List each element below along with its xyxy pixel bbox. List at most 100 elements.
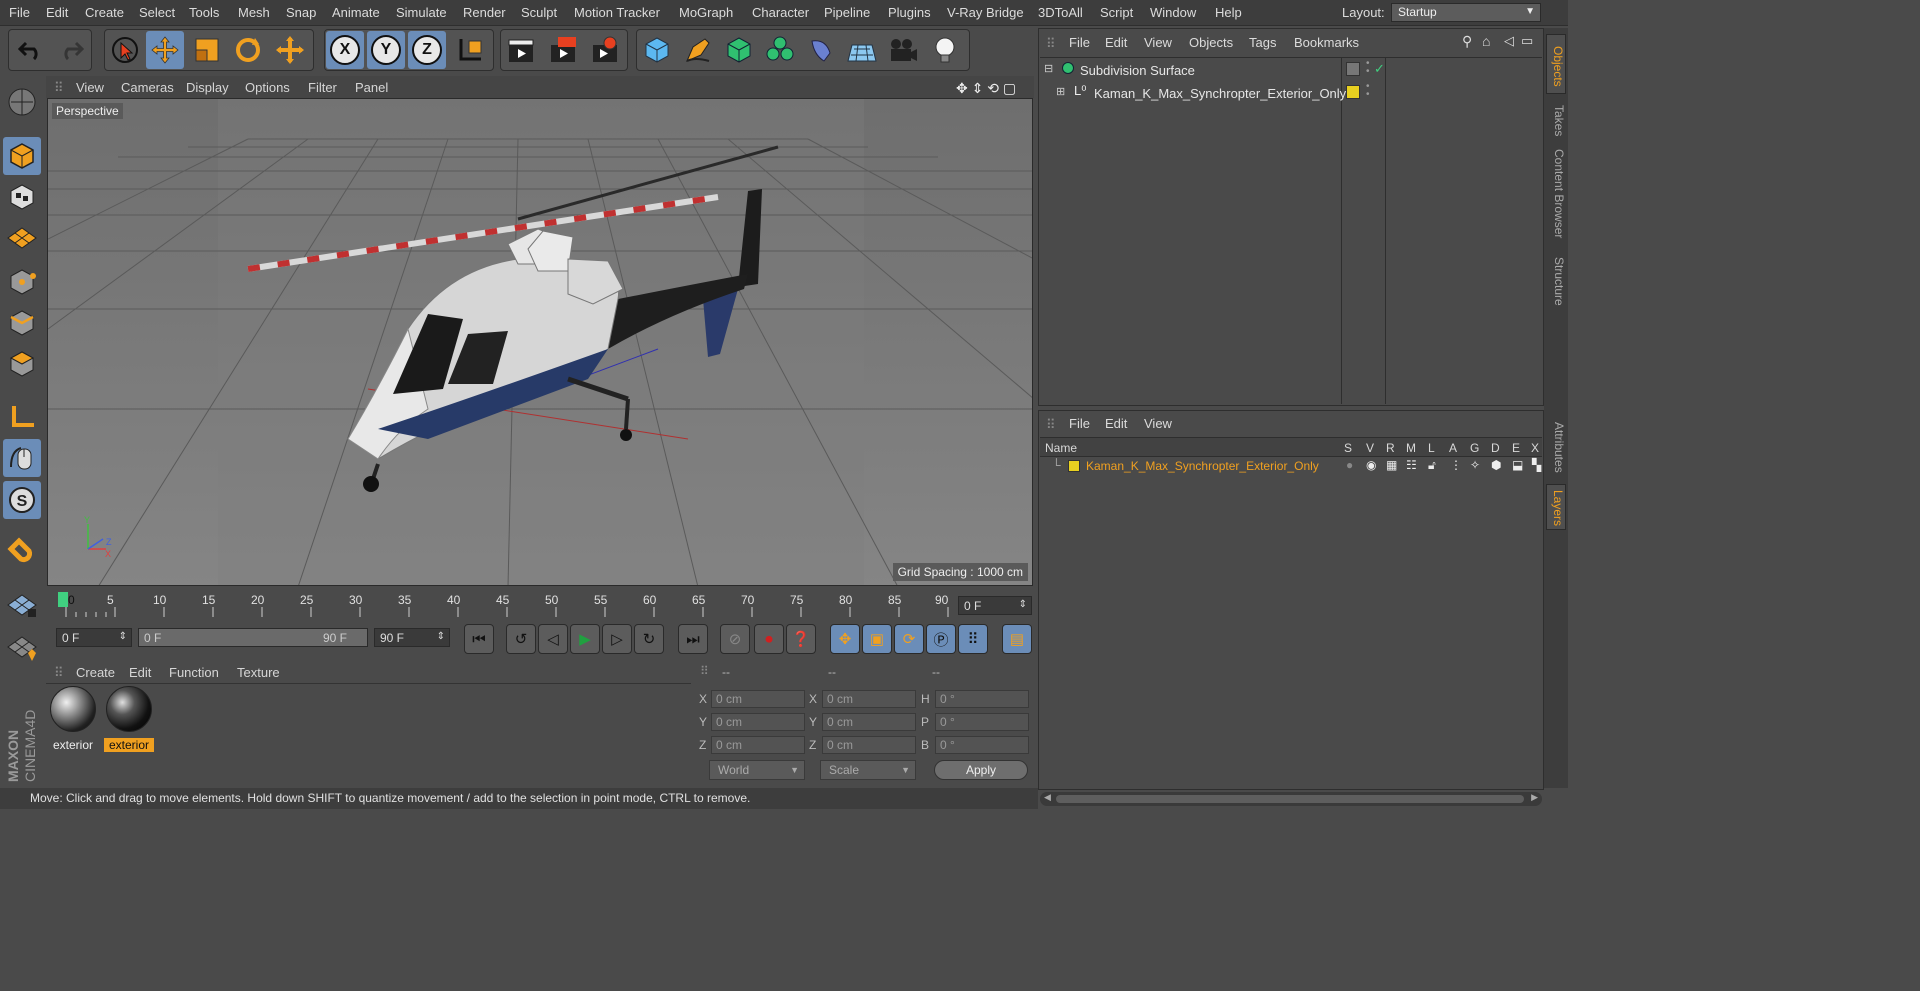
polygons-mode-icon[interactable]: [3, 345, 41, 383]
menu-mesh[interactable]: Mesh: [238, 5, 270, 20]
preview-range-slider[interactable]: 0 F 90 F: [138, 628, 368, 647]
menu-edit[interactable]: Edit: [46, 5, 68, 20]
key-pla-button[interactable]: ⠿: [958, 624, 988, 654]
animation-column-header[interactable]: A: [1449, 441, 1457, 455]
magnet-icon[interactable]: [3, 533, 41, 571]
coordinate-system-icon[interactable]: [451, 31, 489, 69]
render-toggle-icon[interactable]: ▦: [1386, 458, 1397, 472]
xref-toggle-icon[interactable]: ▚: [1532, 458, 1541, 472]
cloner-icon[interactable]: [761, 31, 799, 69]
objects-menu-objects[interactable]: Objects: [1189, 35, 1233, 50]
layers-menu-view[interactable]: View: [1144, 416, 1172, 431]
grid-lock-icon[interactable]: [3, 587, 41, 625]
cube-icon[interactable]: [638, 31, 676, 69]
expression-toggle-icon[interactable]: ⬓: [1512, 458, 1523, 472]
home-icon[interactable]: ⌂: [1482, 33, 1490, 49]
expand-icon[interactable]: ▭: [1521, 33, 1533, 49]
layer-row[interactable]: └ Kaman_K_Max_Synchropter_Exterior_Only …: [1040, 457, 1542, 477]
solo-toggle-icon[interactable]: ●: [1346, 458, 1353, 472]
menu-mograph[interactable]: MoGraph: [679, 5, 733, 20]
timeline-window-button[interactable]: ▤: [1002, 624, 1032, 654]
visibility-dots-icon[interactable]: • •: [1366, 59, 1370, 77]
y-axis-icon[interactable]: Y: [367, 31, 405, 69]
menu-file[interactable]: File: [9, 5, 30, 20]
material-menu-edit[interactable]: Edit: [129, 665, 151, 680]
deformer-toggle-icon[interactable]: ⬢: [1491, 458, 1501, 472]
generators-column-header[interactable]: G: [1470, 441, 1479, 455]
material-menu-create[interactable]: Create: [76, 665, 115, 680]
solo-column-header[interactable]: S: [1344, 441, 1352, 455]
size-y-field[interactable]: 0 cm: [822, 713, 916, 731]
layers-menu-edit[interactable]: Edit: [1105, 416, 1127, 431]
size-z-field[interactable]: 0 cm: [822, 736, 916, 754]
expressions-column-header[interactable]: E: [1512, 441, 1520, 455]
menu-motion-tracker[interactable]: Motion Tracker: [574, 5, 660, 20]
autokey-button[interactable]: ⏺: [754, 624, 784, 654]
grid-snap-icon[interactable]: [3, 629, 41, 667]
layer-color-swatch[interactable]: [1346, 85, 1360, 99]
generator-toggle-icon[interactable]: ✧: [1470, 458, 1480, 472]
keyframe-selection-button[interactable]: ❓: [786, 624, 816, 654]
rot-p-field[interactable]: 0 °: [935, 713, 1029, 731]
apply-button[interactable]: Apply: [934, 760, 1028, 780]
viewport-menu-display[interactable]: Display: [186, 80, 229, 95]
deformers-column-header[interactable]: D: [1491, 441, 1500, 455]
expand-icon[interactable]: ⊞: [1056, 85, 1065, 98]
perspective-viewport[interactable]: Y Z X Perspective Grid Spacing : 1000 cm: [47, 98, 1033, 586]
floor-icon[interactable]: [843, 31, 881, 69]
goto-end-button[interactable]: ⏭: [678, 624, 708, 654]
menu-render[interactable]: Render: [463, 5, 506, 20]
material-menu-texture[interactable]: Texture: [237, 665, 280, 680]
menu-select[interactable]: Select: [139, 5, 175, 20]
menu-pipeline[interactable]: Pipeline: [824, 5, 870, 20]
menu-vray-bridge[interactable]: V-Ray Bridge: [947, 5, 1024, 20]
workplane-mode-icon[interactable]: [3, 219, 41, 257]
edges-mode-icon[interactable]: [3, 304, 41, 342]
tab-structure[interactable]: Structure: [1546, 250, 1566, 312]
menu-create[interactable]: Create: [85, 5, 124, 20]
current-frame-field[interactable]: 0 F ⇕: [958, 596, 1032, 615]
enabled-check-icon[interactable]: ✓: [1374, 61, 1385, 77]
key-rotation-button[interactable]: ⟳: [894, 624, 924, 654]
viewport-menu-panel[interactable]: Panel: [355, 80, 388, 95]
key-param-button[interactable]: Ⓟ: [926, 624, 956, 654]
tab-content-browser[interactable]: Content Browser: [1546, 144, 1566, 244]
z-axis-icon[interactable]: Z: [408, 31, 446, 69]
tweak-mode-icon[interactable]: [3, 439, 41, 477]
rot-b-field[interactable]: 0 °: [935, 736, 1029, 754]
size-x-field[interactable]: 0 cm: [822, 690, 916, 708]
objects-menu-edit[interactable]: Edit: [1105, 35, 1127, 50]
light-icon[interactable]: [926, 31, 964, 69]
tab-layers[interactable]: Layers: [1546, 484, 1566, 530]
menu-character[interactable]: Character: [752, 5, 809, 20]
menu-sculpt[interactable]: Sculpt: [521, 5, 557, 20]
viewport-menu-view[interactable]: View: [76, 80, 104, 95]
menu-window[interactable]: Window: [1150, 5, 1196, 20]
layers-menu-file[interactable]: File: [1069, 416, 1090, 431]
edit-mode-icon[interactable]: [3, 83, 41, 121]
timeline-ruler[interactable]: 0 5 10 15 20 25 30 35 40 45 50 55 60 65 …: [46, 589, 1034, 619]
render-settings-icon[interactable]: [586, 31, 624, 69]
menu-snap[interactable]: Snap: [286, 5, 316, 20]
layout-dropdown[interactable]: Startup ▼: [1391, 3, 1541, 22]
key-position-button[interactable]: ✥: [830, 624, 860, 654]
lock-icon[interactable]: 🔓︎: [1428, 458, 1436, 473]
menu-script[interactable]: Script: [1100, 5, 1133, 20]
next-frame-button[interactable]: ▷: [602, 624, 632, 654]
objects-menu-bookmarks[interactable]: Bookmarks: [1294, 35, 1359, 50]
move-icon[interactable]: [146, 31, 184, 69]
layer-color-swatch[interactable]: [1346, 62, 1360, 76]
menu-plugins[interactable]: Plugins: [888, 5, 931, 20]
key-scale-button[interactable]: ▣: [862, 624, 892, 654]
live-selection-icon[interactable]: [106, 31, 144, 69]
goto-prev-key-button[interactable]: ↺: [506, 624, 536, 654]
menu-animate[interactable]: Animate: [332, 5, 380, 20]
render-picture-viewer-icon[interactable]: [544, 31, 582, 69]
deformer-icon[interactable]: [802, 31, 840, 69]
model-mode-icon[interactable]: [3, 137, 41, 175]
objects-menu-tags[interactable]: Tags: [1249, 35, 1276, 50]
axis-mode-icon[interactable]: [3, 398, 41, 436]
viewport-menu-filter[interactable]: Filter: [308, 80, 337, 95]
scroll-left-icon[interactable]: ◀: [1044, 792, 1051, 803]
rot-h-field[interactable]: 0 °: [935, 690, 1029, 708]
